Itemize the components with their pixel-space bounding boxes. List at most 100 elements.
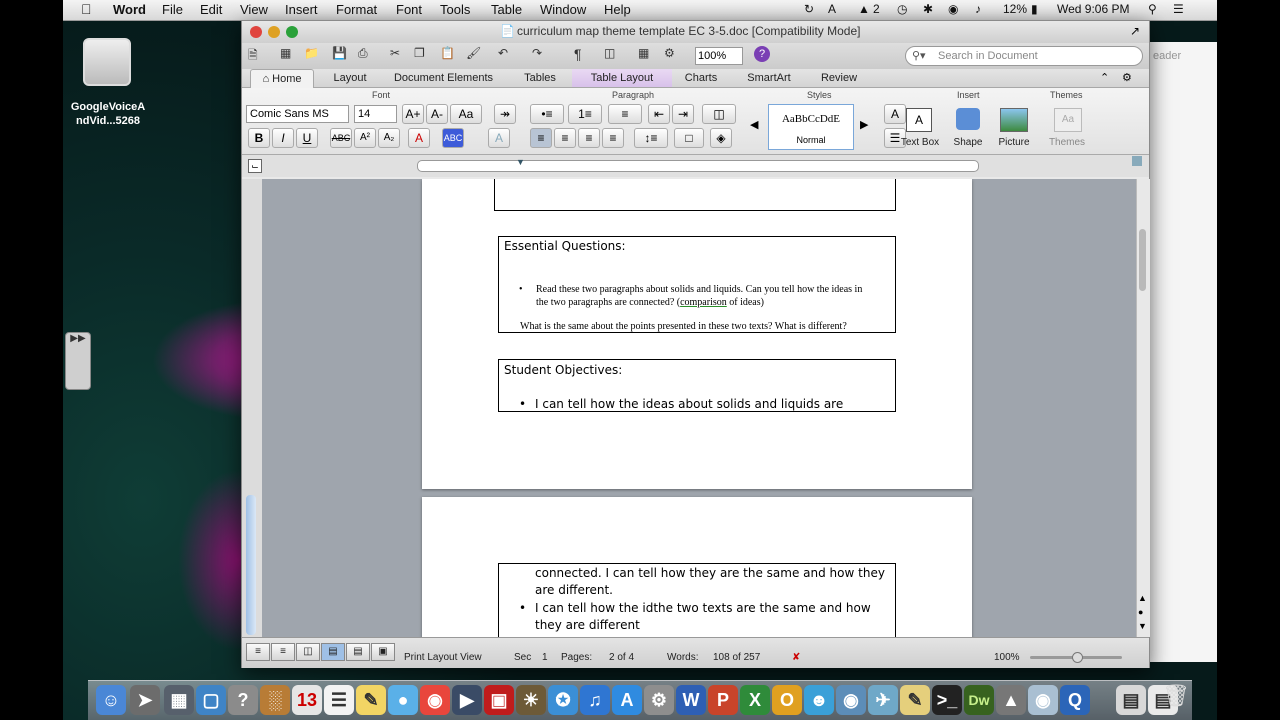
ribbon-settings-icon[interactable]: ⚙ — [1122, 71, 1132, 84]
tab-smartart[interactable]: SmartArt — [732, 69, 806, 87]
subscript-icon[interactable]: A₂ — [378, 128, 400, 148]
highlight-icon[interactable]: ABC — [442, 128, 464, 148]
open-icon[interactable]: 📁 — [304, 46, 319, 66]
collapse-ribbon-icon[interactable]: ⌃ — [1100, 71, 1109, 84]
student-objectives-cell[interactable]: Student Objectives: • I can tell how the… — [498, 359, 896, 412]
terminal-icon[interactable]: >_ — [932, 685, 962, 715]
justify-icon[interactable]: ≡ — [602, 128, 624, 148]
menu-format[interactable]: Format — [336, 2, 377, 17]
desktop-icon-label[interactable]: GoogleVoiceA ndVid...5268 — [63, 100, 153, 128]
menu-file[interactable]: File — [162, 2, 183, 17]
decrease-indent-icon[interactable]: ⇤ — [648, 104, 670, 124]
change-case-icon[interactable]: Aa — [450, 104, 482, 124]
calendar-icon[interactable]: 13 — [292, 685, 322, 715]
wifi-icon[interactable]: ◉ — [948, 2, 958, 16]
undo-icon[interactable]: ↶ — [498, 46, 508, 66]
copy-icon[interactable]: ❐ — [414, 46, 425, 66]
shape-label[interactable]: Shape — [948, 137, 988, 148]
powerpoint-dock-icon[interactable]: P — [708, 685, 738, 715]
search-input[interactable]: ⚲▾ Search in Document — [905, 46, 1143, 66]
style-gallery-icon[interactable]: A — [884, 104, 906, 124]
templates-icon[interactable]: ▦ — [280, 46, 291, 66]
app-menu[interactable]: Word — [113, 2, 146, 17]
tab-stop-icon[interactable]: ⌙ — [248, 159, 262, 173]
clock[interactable]: Wed 9:06 PM — [1057, 2, 1129, 16]
toolbox-icon[interactable]: ⚙ — [664, 46, 675, 66]
save-icon[interactable]: 💾 — [332, 46, 347, 66]
prev-page-icon[interactable]: ▲ — [1138, 593, 1147, 603]
numbering-icon[interactable]: 1≡ — [568, 104, 602, 124]
adobe-icon[interactable]: A — [828, 2, 836, 16]
notification-icon[interactable]: ☰ — [1173, 2, 1184, 16]
tab-review[interactable]: Review — [810, 69, 868, 87]
themes-label[interactable]: Themes — [1044, 137, 1090, 148]
menu-window[interactable]: Window — [540, 2, 586, 17]
gallery-icon[interactable]: ▦ — [638, 46, 649, 66]
menu-help[interactable]: Help — [604, 2, 631, 17]
tab-tables[interactable]: Tables — [510, 69, 570, 87]
bluetooth-icon[interactable]: ✱ — [923, 2, 933, 16]
clear-format-icon[interactable]: ↠ — [494, 104, 516, 124]
columns-icon[interactable]: ◫ — [702, 104, 736, 124]
dreamweaver-dock-icon[interactable]: Dw — [964, 685, 994, 715]
network-icon[interactable]: ✈ — [868, 685, 898, 715]
previous-table-cell[interactable] — [494, 179, 896, 211]
messages-icon[interactable]: ● — [388, 685, 418, 715]
focus-view-icon[interactable]: ▣ — [371, 643, 395, 661]
shape-icon[interactable] — [956, 108, 980, 130]
text-box-label[interactable]: Text Box — [898, 137, 942, 148]
zoom-slider-thumb[interactable] — [1072, 652, 1083, 663]
itunes-icon[interactable]: ♫ — [580, 685, 610, 715]
help-icon[interactable]: ? — [754, 46, 770, 62]
ruler-toggle-icon[interactable] — [1132, 156, 1142, 166]
draft-view-icon[interactable]: ≡ — [246, 643, 270, 661]
line-spacing-icon[interactable]: ↕≡ — [634, 128, 668, 148]
launchpad-icon[interactable]: ➤ — [130, 685, 160, 715]
styles-prev-icon[interactable]: ◀ — [750, 118, 758, 131]
sync-icon[interactable]: ↻ — [804, 2, 814, 16]
themes-icon[interactable]: Aa — [1054, 108, 1082, 132]
font-size-select[interactable]: 14 — [354, 105, 397, 123]
excel-dock-icon[interactable]: X — [740, 685, 770, 715]
google-earth-icon[interactable]: ◉ — [836, 685, 866, 715]
menu-font[interactable]: Font — [396, 2, 422, 17]
spotlight-icon[interactable]: ⚲ — [1148, 2, 1157, 16]
print-layout-view-icon[interactable]: ▤ — [321, 643, 345, 661]
menu-tools[interactable]: Tools — [440, 2, 470, 17]
chrome-icon[interactable]: ◉ — [420, 685, 450, 715]
app-store-icon[interactable]: A — [612, 685, 642, 715]
disk-utility-icon[interactable]: ◉ — [1028, 685, 1058, 715]
borders-icon[interactable]: □ — [674, 128, 704, 148]
grow-font-icon[interactable]: A+ — [402, 104, 424, 124]
menu-view[interactable]: View — [240, 2, 268, 17]
outlook-dock-icon[interactable]: O — [772, 685, 802, 715]
trash-icon[interactable]: 🗑 — [1161, 683, 1191, 715]
new-icon[interactable]: 🗎 — [248, 46, 258, 66]
superscript-icon[interactable]: A² — [354, 128, 376, 148]
align-right-icon[interactable]: ≡ — [578, 128, 600, 148]
downloads-stack-icon[interactable]: ▤ — [1116, 685, 1146, 715]
background-window[interactable]: eader — [1148, 42, 1217, 662]
time-machine-icon[interactable]: ◷ — [897, 2, 907, 16]
word-dock-icon[interactable]: W — [676, 685, 706, 715]
volume-icon[interactable]: ♪ — [975, 2, 981, 16]
reminders-icon[interactable]: ☰ — [324, 685, 354, 715]
essential-questions-cell[interactable]: Essential Questions: • Read these two pa… — [498, 236, 896, 333]
tab-charts[interactable]: Charts — [674, 69, 728, 87]
messenger-icon[interactable]: ☻ — [804, 685, 834, 715]
fullscreen-icon[interactable]: ↗ — [1130, 24, 1140, 38]
paste-icon[interactable]: 📋 — [440, 46, 455, 66]
shading-icon[interactable]: ◈ — [710, 128, 732, 148]
address-book-icon[interactable]: ░ — [260, 685, 290, 715]
picture-icon[interactable] — [1000, 108, 1028, 132]
vertical-scrollbar[interactable]: ▲ ● ▼ — [1136, 179, 1150, 637]
utility-icon[interactable]: ▲ — [996, 685, 1026, 715]
indent-marker-icon[interactable]: ▼ — [516, 157, 525, 167]
increase-indent-icon[interactable]: ⇥ — [672, 104, 694, 124]
tab-document-elements[interactable]: Document Elements — [382, 69, 505, 87]
battery-level[interactable]: 12% — [1003, 2, 1027, 16]
browse-object-icon[interactable]: ● — [1138, 607, 1143, 617]
minimize-button[interactable] — [268, 26, 280, 38]
redo-icon[interactable]: ↷ — [532, 46, 542, 66]
shrink-font-icon[interactable]: A- — [426, 104, 448, 124]
